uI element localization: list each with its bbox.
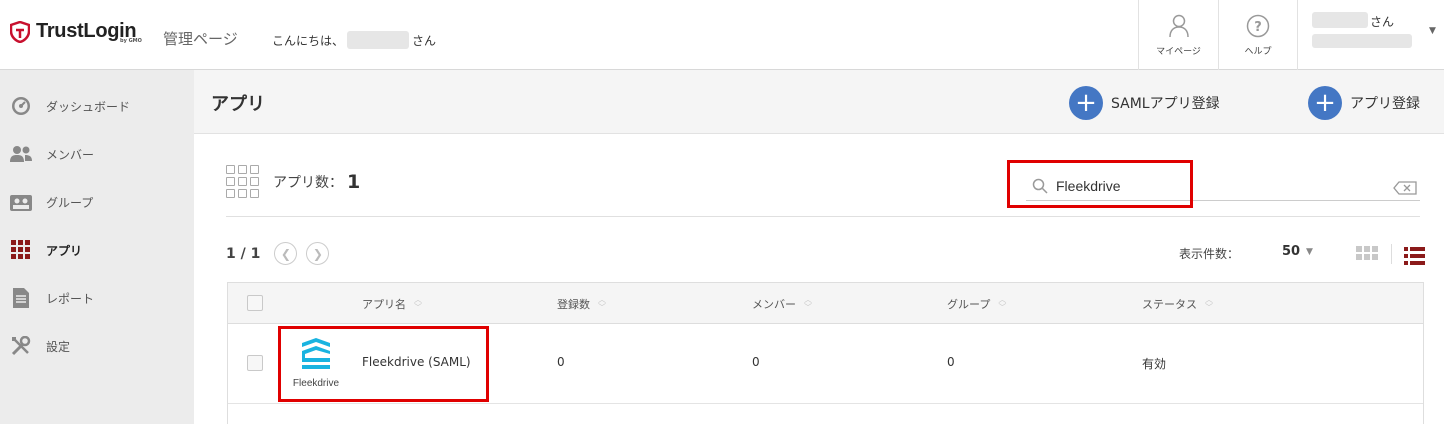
brand-by-gmo: by GMO [120,38,142,44]
app-add-label: アプリ登録 [1350,96,1420,112]
mypage-button[interactable]: マイページ [1138,0,1218,70]
divider [226,216,1420,217]
sort-icon: ︿ ﹀ [414,295,422,312]
sidebar-item-label: 設定 [46,339,71,354]
sidebar-item-label: グループ [46,195,94,210]
groups-cell: 0 [947,355,955,369]
next-page-button[interactable]: ❯ [306,242,330,265]
greeting-prefix: こんにちは、 [272,33,345,48]
help-question-icon: ? [1246,14,1270,37]
dashboard-gauge-icon [10,95,32,117]
sidebar: ダッシュボード メンバー グループ アプリ レポート 設定 [0,70,194,424]
plus-icon: + [1069,86,1103,120]
sidebar-item-label: メンバー [46,147,95,162]
chevron-down-icon: ▼ [1429,26,1436,36]
chevron-down-icon[interactable]: ▼ [1306,247,1313,257]
saml-app-add-label: SAMLアプリ登録 [1111,96,1220,112]
settings-tools-icon [10,335,32,357]
greeting: こんにちは、 さん [272,31,436,49]
sidebar-item-label: アプリ [46,243,83,258]
greeting-suffix: さん [412,33,437,48]
redacted-user-name [1312,12,1368,28]
sort-icon: ︿ ﹀ [804,295,812,312]
per-page-select[interactable]: 50 [1282,244,1300,259]
status-cell: 有効 [1142,357,1167,371]
sidebar-item-label: ダッシュボード [46,99,131,114]
select-all-checkbox[interactable] [247,295,263,311]
highlight-box-app [278,326,489,402]
column-label: アプリ名 [362,298,406,311]
column-header-app-name[interactable]: アプリ名 ︿ ﹀ [362,296,422,312]
group-icon [10,191,32,213]
sort-icon: ︿ ﹀ [998,295,1007,312]
redacted-username [347,31,410,49]
person-icon [1168,14,1189,37]
per-page-label: 表示件数： [1179,247,1240,261]
admin-page-title: 管理ページ [163,30,238,48]
redacted-user-detail [1312,34,1412,48]
help-label: ヘルプ [1244,46,1272,57]
column-header-groups[interactable]: グループ ︿ ﹀ [947,296,1006,312]
prev-page-button[interactable]: ❮ [274,242,298,265]
column-header-status[interactable]: ステータス ︿ ﹀ [1142,296,1213,312]
trustlogin-logo[interactable]: TrustLogin [10,20,137,43]
app-count: アプリ数： 1 [226,165,360,198]
sidebar-item-apps[interactable]: アプリ [0,226,194,274]
report-document-icon [10,287,32,309]
members-cell: 0 [752,355,760,369]
column-label: グループ [947,298,991,311]
row-checkbox[interactable] [247,355,263,371]
page-indicator: 1 / 1 [226,245,261,262]
column-header-registrations[interactable]: 登録数 ︿ ﹀ [557,296,606,312]
page-title: アプリ [211,94,265,115]
sidebar-item-groups[interactable]: グループ [0,178,194,226]
apps-grid-icon [10,239,32,261]
app-add-button[interactable]: + アプリ登録 [1308,86,1420,120]
sidebar-item-settings[interactable]: 設定 [0,322,194,370]
svg-text:?: ? [1254,20,1262,35]
shield-logo-icon [10,20,30,43]
top-header: TrustLogin by GMO 管理ページ こんにちは、 さん マイページ … [0,0,1444,70]
clear-backspace-icon[interactable] [1393,181,1417,195]
column-label: ステータス [1142,298,1197,311]
column-header-members[interactable]: メンバー ︿ ﹀ [752,296,812,312]
highlight-box-search [1007,160,1193,208]
table-header: アプリ名 ︿ ﹀ 登録数 ︿ ﹀ メンバー ︿ ﹀ グループ ︿ ﹀ ステータス ︿ ﹀ [228,283,1423,324]
sidebar-item-reports[interactable]: レポート [0,274,194,322]
list-view-icon[interactable] [1404,247,1425,268]
sidebar-item-dashboard[interactable]: ダッシュボード [0,82,194,130]
apps-grid-outline-icon [226,165,259,198]
pagination: 1 / 1 ❮ ❯ [226,242,338,265]
column-label: メンバー [752,298,796,311]
sort-icon: ︿ ﹀ [598,295,606,312]
help-button[interactable]: ? ヘルプ [1218,0,1297,70]
members-icon [10,143,32,165]
column-label: 登録数 [557,298,590,311]
grid-view-icon[interactable] [1356,246,1378,260]
sort-icon: ︿ ﹀ [1205,295,1213,312]
divider [1391,244,1392,264]
page-titlebar: アプリ + SAMLアプリ登録 + アプリ登録 [194,70,1444,134]
user-suffix: さん [1370,15,1395,29]
registrations-cell: 0 [557,355,565,369]
sidebar-item-label: レポート [46,291,95,306]
mypage-label: マイページ [1156,46,1201,57]
user-menu[interactable]: さん ▼ [1297,0,1444,70]
app-count-value: 1 [347,170,361,193]
sidebar-item-members[interactable]: メンバー [0,130,194,178]
app-count-label: アプリ数： [273,174,343,191]
plus-icon: + [1308,86,1342,120]
saml-app-add-button[interactable]: + SAMLアプリ登録 [1069,86,1220,120]
